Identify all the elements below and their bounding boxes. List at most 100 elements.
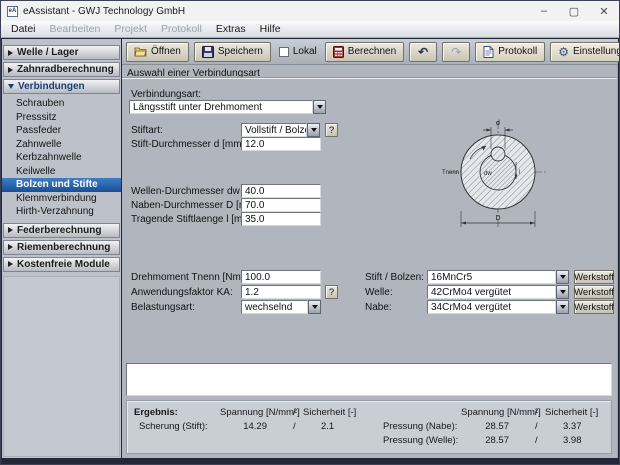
stiftart-value: Vollstift / Bolzen (241, 123, 307, 137)
diagram-tnenn-label: Tnenn (442, 170, 459, 176)
nabe-select[interactable]: 34CrMo4 vergütet (427, 300, 569, 314)
nabe-werkstoff-button[interactable]: Werkstoff (574, 300, 614, 314)
nabe-value: 34CrMo4 vergütet (427, 300, 556, 314)
local-checkbox-group[interactable]: Lokal (276, 46, 320, 57)
message-box (126, 363, 612, 396)
stiftlaenge-label: Tragende Stiftlaenge l [mm]: (131, 214, 257, 225)
col-sicherheit-right: Sicherheit [-] (545, 407, 599, 418)
stiftart-select[interactable]: Vollstift / Bolzen (241, 123, 320, 137)
stift-durchmesser-input[interactable] (241, 137, 321, 151)
stift-bolzen-werkstoff-button[interactable]: Werkstoff (574, 270, 614, 284)
menu-datei[interactable]: Datei (5, 22, 42, 36)
diagram-dw-label: dw (484, 171, 492, 177)
undo-button[interactable]: ↶ (409, 41, 438, 62)
save-button[interactable]: Speichern (193, 41, 271, 62)
chevron-right-icon (8, 244, 13, 250)
sidebar-item-bolzen-und-stifte[interactable]: Bolzen und Stifte (2, 178, 121, 192)
welle-select[interactable]: 42CrMo4 vergütet (427, 285, 569, 299)
dropdown-arrow-icon[interactable] (556, 285, 569, 299)
dropdown-arrow-icon[interactable] (308, 300, 321, 314)
result-value: 28.57 (485, 435, 509, 446)
sidebar-section-zahnradberechnung[interactable]: Zahnradberechnung (3, 62, 120, 77)
anwendungsfaktor-input[interactable] (241, 285, 321, 299)
verbindungsart-select[interactable]: Längsstift unter Drehmoment (129, 100, 326, 114)
col-sicherheit-left: Sicherheit [-] (303, 407, 357, 418)
redo-icon: ↷ (451, 44, 462, 59)
drehmoment-input[interactable] (241, 270, 321, 284)
col-sep: / (535, 407, 538, 418)
col-spannung-right: Spannung [N/mm²] (461, 407, 541, 418)
sidebar-item-keilwelle[interactable]: Keilwelle (2, 165, 121, 179)
sidebar-item-schrauben[interactable]: Schrauben (2, 97, 121, 111)
app-window: eA eAssistant - GWJ Technology GmbH – ▢ … (0, 0, 620, 465)
result-value: 28.57 (485, 421, 509, 432)
minimize-button[interactable]: – (529, 1, 559, 21)
stiftart-help-button[interactable]: ? (325, 123, 338, 137)
dropdown-arrow-icon[interactable] (556, 300, 569, 314)
section-label: Federberechnung (17, 224, 102, 236)
document-icon (483, 45, 495, 58)
menu-protokoll: Protokoll (161, 23, 202, 35)
sidebar-section-riemenberechnung[interactable]: Riemenberechnung (3, 239, 120, 255)
section-label: Zahnradberechnung (17, 64, 114, 75)
sidebar-item-klemmverbindung[interactable]: Klemmverbindung (2, 192, 121, 206)
open-button[interactable]: Öffnen (126, 41, 189, 62)
stift-bolzen-select[interactable]: 16MnCr5 (427, 270, 569, 284)
sidebar-item-passfeder[interactable]: Passfeder (2, 124, 121, 138)
menu-extras[interactable]: Extras (210, 22, 252, 36)
local-label: Lokal (292, 46, 317, 57)
chevron-right-icon (8, 261, 13, 267)
result-value: 3.98 (563, 435, 582, 446)
stiftlaenge-input[interactable] (241, 212, 321, 226)
calculate-button[interactable]: Berechnen (324, 41, 405, 62)
belastungsart-select[interactable]: wechselnd (241, 300, 321, 314)
naben-durchmesser-input[interactable] (241, 198, 321, 212)
local-checkbox[interactable] (278, 46, 289, 57)
verbindungsart-label: Verbindungsart: (131, 89, 202, 100)
protocol-button[interactable]: Protokoll (475, 41, 546, 62)
sidebar-item-kerbzahnwelle[interactable]: Kerbzahnwelle (2, 151, 121, 165)
nabe-label: Nabe: (365, 302, 392, 313)
anwendungsfaktor-label: Anwendungsfaktor KA: (131, 287, 233, 298)
anwendungsfaktor-help-button[interactable]: ? (325, 285, 338, 299)
belastungsart-value: wechselnd (241, 300, 308, 314)
close-button[interactable]: ✕ (589, 1, 619, 21)
menu-bearbeiten: Bearbeiten (49, 23, 101, 35)
settings-label: Einstellungen (572, 46, 619, 57)
belastungsart-label: Belastungsart: (131, 302, 195, 313)
app-icon: eA (7, 5, 18, 17)
window-title: eAssistant - GWJ Technology GmbH (23, 5, 186, 17)
sidebar-item-hirth-verzahnung[interactable]: Hirth-Verzahnung (2, 205, 121, 219)
redo-button: ↷ (442, 41, 471, 62)
titlebar: eA eAssistant - GWJ Technology GmbH – ▢ … (1, 1, 619, 21)
col-spannung-left: Spannung [N/mm²] (220, 407, 300, 418)
undo-icon: ↶ (418, 44, 429, 59)
chevron-right-icon (8, 49, 13, 56)
calculate-label: Berechnen (347, 46, 397, 57)
protocol-label: Protokoll (498, 46, 538, 57)
result-row-label: Pressung (Nabe): (383, 421, 458, 432)
sidebar-section-kostenfreie-module[interactable]: Kostenfreie Module (3, 256, 120, 272)
stift-bolzen-label: Stift / Bolzen: (365, 272, 424, 283)
result-value: 14.29 (243, 421, 267, 432)
open-label: Öffnen (151, 46, 181, 57)
welle-werkstoff-button[interactable]: Werkstoff (574, 285, 614, 299)
wellen-durchmesser-input[interactable] (241, 184, 321, 198)
sidebar-section-welle-lager[interactable]: Welle / Lager (3, 45, 120, 60)
dropdown-arrow-icon[interactable] (313, 100, 326, 114)
result-value: 3.37 (563, 421, 582, 432)
sidebar-section-federberechnung[interactable]: Federberechnung (3, 222, 120, 238)
results-title: Ergebnis: (134, 407, 178, 418)
section-label: Welle / Lager (17, 47, 79, 58)
welle-label: Welle: (365, 287, 393, 298)
dropdown-arrow-icon[interactable] (307, 123, 320, 137)
result-sep: / (535, 435, 538, 446)
drehmoment-label: Drehmoment Tnenn [Nm]: (131, 272, 247, 283)
menu-hilfe[interactable]: Hilfe (254, 22, 287, 36)
dropdown-arrow-icon[interactable] (556, 270, 569, 284)
sidebar-item-zahnwelle[interactable]: Zahnwelle (2, 138, 121, 152)
sidebar-item-presssitz[interactable]: Presssitz (2, 111, 121, 125)
sidebar-section-verbindungen[interactable]: Verbindungen (3, 79, 120, 94)
maximize-button[interactable]: ▢ (559, 1, 589, 21)
settings-button[interactable]: ⚙ Einstellungen (550, 41, 619, 62)
